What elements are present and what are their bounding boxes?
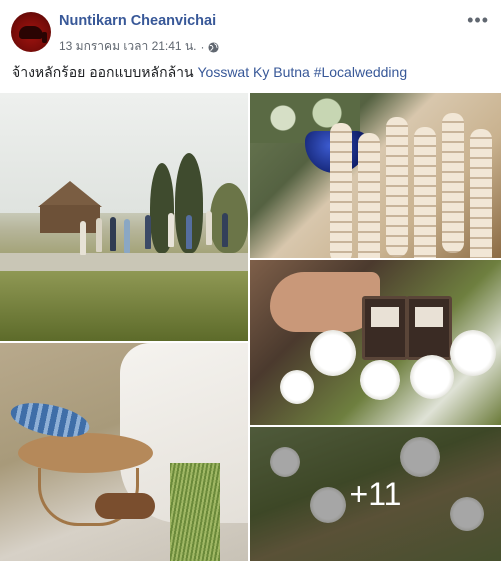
photo-flower	[450, 330, 496, 376]
photo-flower	[360, 360, 400, 400]
author-avatar[interactable]	[11, 12, 51, 52]
photo-garland	[470, 129, 492, 258]
photo-ring-box	[406, 296, 452, 360]
photo-more[interactable]: +11	[250, 427, 501, 561]
photo-ring-box	[362, 296, 408, 360]
photo-flower	[310, 330, 356, 376]
avatar-logo	[19, 26, 47, 43]
photo-rings[interactable]	[250, 260, 501, 425]
post-timestamp[interactable]: 13 มกราคม เวลา 21:41 น.	[59, 37, 196, 56]
photo-person	[168, 213, 174, 247]
photo-grass	[0, 271, 248, 341]
photo-sky	[0, 93, 248, 213]
photo-path	[0, 253, 248, 271]
photo-flower	[280, 370, 314, 404]
photo-person	[145, 215, 151, 249]
photo-garland	[386, 117, 408, 257]
photo-person	[96, 218, 102, 252]
more-options-icon[interactable]: •••	[467, 10, 489, 31]
author-name[interactable]: Nuntikarn Cheanvichai	[59, 13, 216, 29]
photo-person	[186, 215, 192, 249]
photo-person	[206, 211, 212, 245]
photo-tree	[210, 183, 248, 253]
photo-person	[124, 219, 130, 253]
globe-icon[interactable]	[208, 40, 220, 54]
photo-hand	[95, 493, 155, 519]
post-text: จ้างหลักร้อย ออกแบบหลักล้าน Yosswat Ky B…	[12, 62, 407, 84]
post-tags[interactable]: Yosswat Ky Butna #Localwedding	[197, 64, 407, 80]
photo-garlands[interactable]	[250, 93, 501, 258]
photo-garland	[414, 127, 436, 258]
photo-procession[interactable]	[0, 93, 248, 341]
photo-person	[222, 213, 228, 247]
photo-garland	[358, 133, 380, 258]
photo-flower	[410, 355, 454, 399]
photo-person	[110, 217, 116, 251]
photo-woven-tray	[18, 433, 153, 473]
photo-garland	[330, 123, 352, 258]
photo-house	[40, 205, 100, 233]
photo-person	[80, 221, 86, 255]
photo-garland	[442, 113, 464, 253]
photo-tray[interactable]	[0, 343, 248, 561]
meta-separator: ·	[200, 39, 205, 54]
more-photos-count[interactable]: +11	[250, 427, 501, 561]
post-body-text: จ้างหลักร้อย ออกแบบหลักล้าน	[12, 64, 194, 80]
photo-grass-bundle	[170, 463, 220, 561]
post-meta: 13 มกราคม เวลา 21:41 น. ·	[59, 37, 220, 56]
